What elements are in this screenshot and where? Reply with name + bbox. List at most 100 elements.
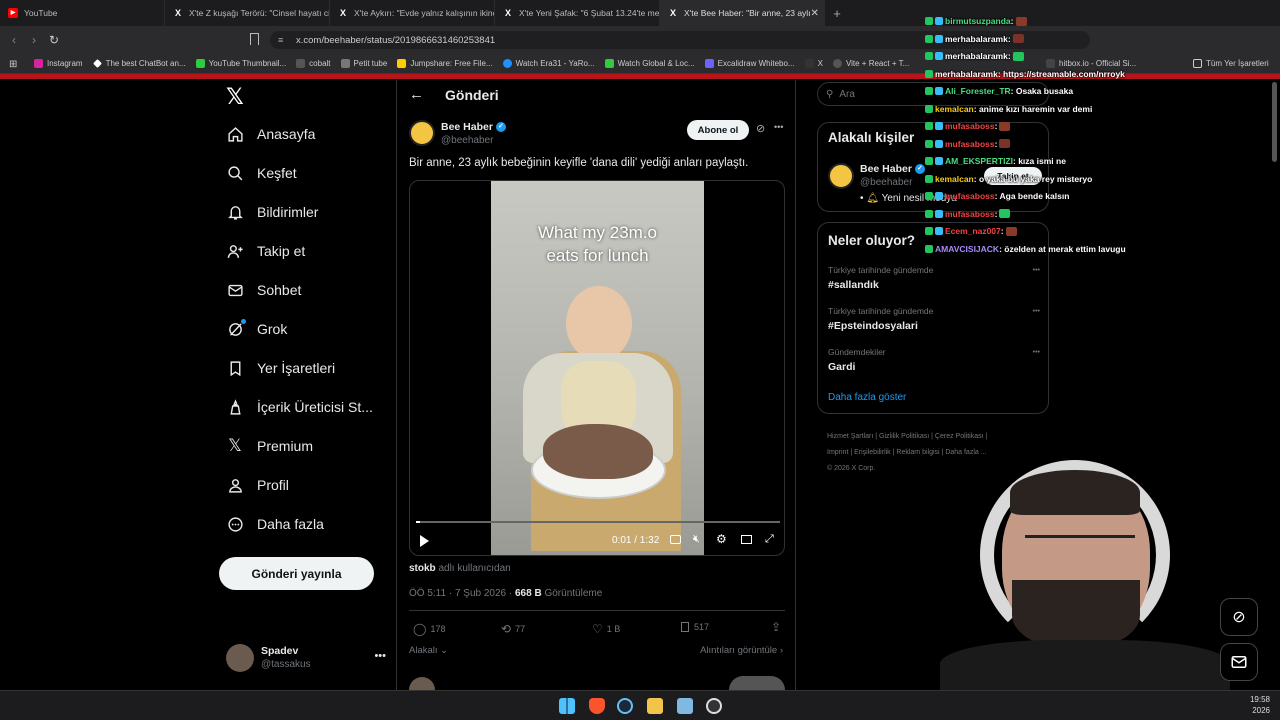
post-button[interactable]: Gönderi yayınla [219, 557, 374, 590]
nav-home[interactable]: Anasayfa [226, 125, 315, 143]
video-player[interactable]: What my 23m.o eats for lunch 0:01 / 1:32… [409, 180, 785, 556]
chat-badge-icon [925, 122, 933, 130]
bookmark-item[interactable]: cobalt [296, 59, 331, 68]
footer-link[interactable]: Gizlilik Politikası [879, 433, 929, 440]
like-button[interactable]: ♡ 1 B [592, 622, 620, 636]
footer-link[interactable]: Imprint [827, 449, 848, 456]
nav-grok[interactable]: Grok [226, 319, 287, 338]
bookmark-favicon [502, 59, 512, 68]
mute-icon[interactable]: 🔇︎ [693, 533, 700, 546]
share-icon[interactable]: ⇪ [771, 620, 781, 634]
chat-badge-icon [925, 174, 933, 183]
browser-tab-active[interactable]: X X'te Bee Haber: "Bir anne, 23 aylı ✕ [660, 0, 825, 26]
nav-more[interactable]: Daha fazla [226, 515, 324, 533]
settings-icon[interactable]: ⚙ [716, 532, 727, 546]
browser-tab[interactable]: ▶ YouTube [0, 0, 165, 26]
chat-badge-icon [925, 52, 933, 60]
browser-tab[interactable]: X X'te Aykırı: "Evde yalnız kalışının iki… [330, 0, 495, 26]
footer-link[interactable]: Hizmet Şartları [827, 433, 873, 440]
sort-relevant-dropdown[interactable]: Alakalı ⌄ [409, 645, 448, 656]
chat-text: : [1007, 33, 1011, 44]
reload-icon[interactable]: ↻ [44, 33, 64, 47]
back-arrow-icon[interactable]: ← [409, 86, 424, 103]
nav-messages[interactable]: Sohbet [226, 281, 301, 299]
bookmark-item[interactable]: Jumpshare: Free File... [397, 59, 493, 68]
nav-profile[interactable]: Profil [226, 476, 289, 494]
pip-icon[interactable] [741, 535, 752, 544]
bookmark-item[interactable]: Vite + React + T... [832, 59, 909, 68]
video-progress-track[interactable] [416, 521, 780, 523]
obs-icon[interactable] [706, 698, 722, 714]
bookmark-item[interactable]: Petit tube [340, 59, 387, 68]
bookmark-item[interactable]: YouTube Thumbnail... [195, 59, 286, 68]
nav-premium[interactable]: 𝕏 Premium [226, 436, 313, 456]
nav-bookmarks[interactable]: Yer İşaretleri [226, 359, 335, 377]
chat-message: Ali_Forester_TR : Osaka busaka [925, 86, 1073, 96]
show-more-link[interactable]: Daha fazla göster [828, 392, 906, 403]
author-name[interactable]: Bee Haber ✓ [441, 121, 506, 133]
x-logo-icon[interactable]: 𝕏 [226, 85, 244, 110]
repost-button[interactable]: ⟲ 77 [501, 622, 525, 636]
nav-explore[interactable]: Keşfet [226, 164, 297, 182]
grok-icon[interactable]: ⊘ [756, 122, 765, 135]
reply-button[interactable] [729, 676, 785, 690]
bookmark-item[interactable]: Watch Era31 - YaRo... [502, 59, 595, 68]
play-icon[interactable] [420, 535, 429, 547]
chat-text: : Aga bende kalsın [994, 191, 1070, 201]
subscribe-button[interactable]: Abone ol [687, 120, 749, 140]
nav-follow[interactable]: Takip et [226, 242, 305, 260]
steam-icon[interactable] [617, 698, 633, 714]
back-icon[interactable]: ‹ [4, 33, 24, 47]
notification-dot [241, 319, 246, 324]
account-switcher[interactable]: Spadev @tassakus ••• [226, 642, 388, 676]
captions-icon[interactable] [670, 535, 681, 544]
tweet-timestamp[interactable]: ÖÖ 5:11 · 7 Şub 2026 · [409, 588, 515, 599]
bookmark-item[interactable]: The best ChatBot an... [92, 59, 186, 68]
close-tab-icon[interactable]: ✕ [811, 8, 819, 19]
fullscreen-icon[interactable]: ⤢ [765, 533, 774, 546]
new-tab-button[interactable]: + [825, 6, 849, 21]
bookmark-page-icon[interactable] [250, 33, 259, 45]
more-icon[interactable]: ••• [1033, 349, 1040, 356]
view-quotes-link[interactable]: Alıntıları görüntüle › [700, 645, 783, 656]
forward-icon[interactable]: › [24, 33, 44, 47]
grok-floating-button[interactable]: ⊘ [1220, 598, 1258, 636]
person-avatar[interactable] [828, 163, 854, 189]
trend-item[interactable]: Gündemdekiler Gardi ••• [828, 347, 1040, 373]
clock[interactable]: 19:58 2026 [1240, 694, 1270, 716]
browser-tab[interactable]: X X'te Z kuşağı Terörü: "Cinsel hayatı ci [165, 0, 330, 26]
footer-link[interactable]: Erişilebilirlik [854, 449, 891, 456]
bookmark-favicon [832, 59, 842, 68]
nav-creator-studio[interactable]: İçerik Üreticisi St... [226, 398, 373, 416]
bookmark-item[interactable]: Watch Global & Loc... [604, 59, 695, 68]
browser-tab[interactable]: X X'te Yeni Şafak: "6 Şubat 13.24'te me [495, 0, 660, 26]
more-icon[interactable]: ••• [774, 122, 783, 132]
footer-link[interactable]: Reklam bilgisi [896, 449, 939, 456]
app-icon[interactable] [677, 698, 693, 714]
brave-browser-icon[interactable] [589, 698, 605, 714]
bookmark-label: Instagram [47, 59, 83, 68]
messages-floating-button[interactable] [1220, 643, 1258, 681]
bookmark-item[interactable]: X [804, 59, 823, 68]
action-bar: ◯ 178 ⟲ 77 ♡ 1 B 517 ⇪ [409, 620, 785, 640]
site-info-icon[interactable]: ≡ [278, 35, 283, 45]
creator-icon [226, 398, 244, 416]
footer-link[interactable]: Çerez Politikası [935, 433, 984, 440]
chat-message: kemalcan : anime kızı haremin var demi [925, 104, 1092, 114]
more-icon[interactable]: ••• [374, 650, 386, 662]
person-name[interactable]: Bee Haber ✓ [860, 163, 925, 175]
trend-item[interactable]: Türkiye tarihinde gündemde #Epsteindosya… [828, 306, 1040, 332]
chat-badge-icon [935, 192, 943, 200]
windows-start-icon[interactable] [559, 698, 575, 714]
author-avatar[interactable] [409, 120, 435, 146]
bookmark-item[interactable]: Excalidraw Whitebo... [704, 59, 795, 68]
nav-notifications[interactable]: Bildirimler [226, 203, 318, 221]
bookmark-button[interactable]: 517 [681, 622, 709, 632]
reply-button[interactable]: ◯ 178 [413, 622, 445, 636]
attribution-user[interactable]: stokb [409, 563, 436, 574]
bookmark-item[interactable]: Instagram [34, 59, 83, 68]
apps-grid-icon[interactable]: ⊞ [9, 59, 17, 70]
file-explorer-icon[interactable] [647, 698, 663, 714]
more-icon[interactable]: ••• [1033, 308, 1040, 315]
heart-icon: ♡ [592, 622, 603, 636]
